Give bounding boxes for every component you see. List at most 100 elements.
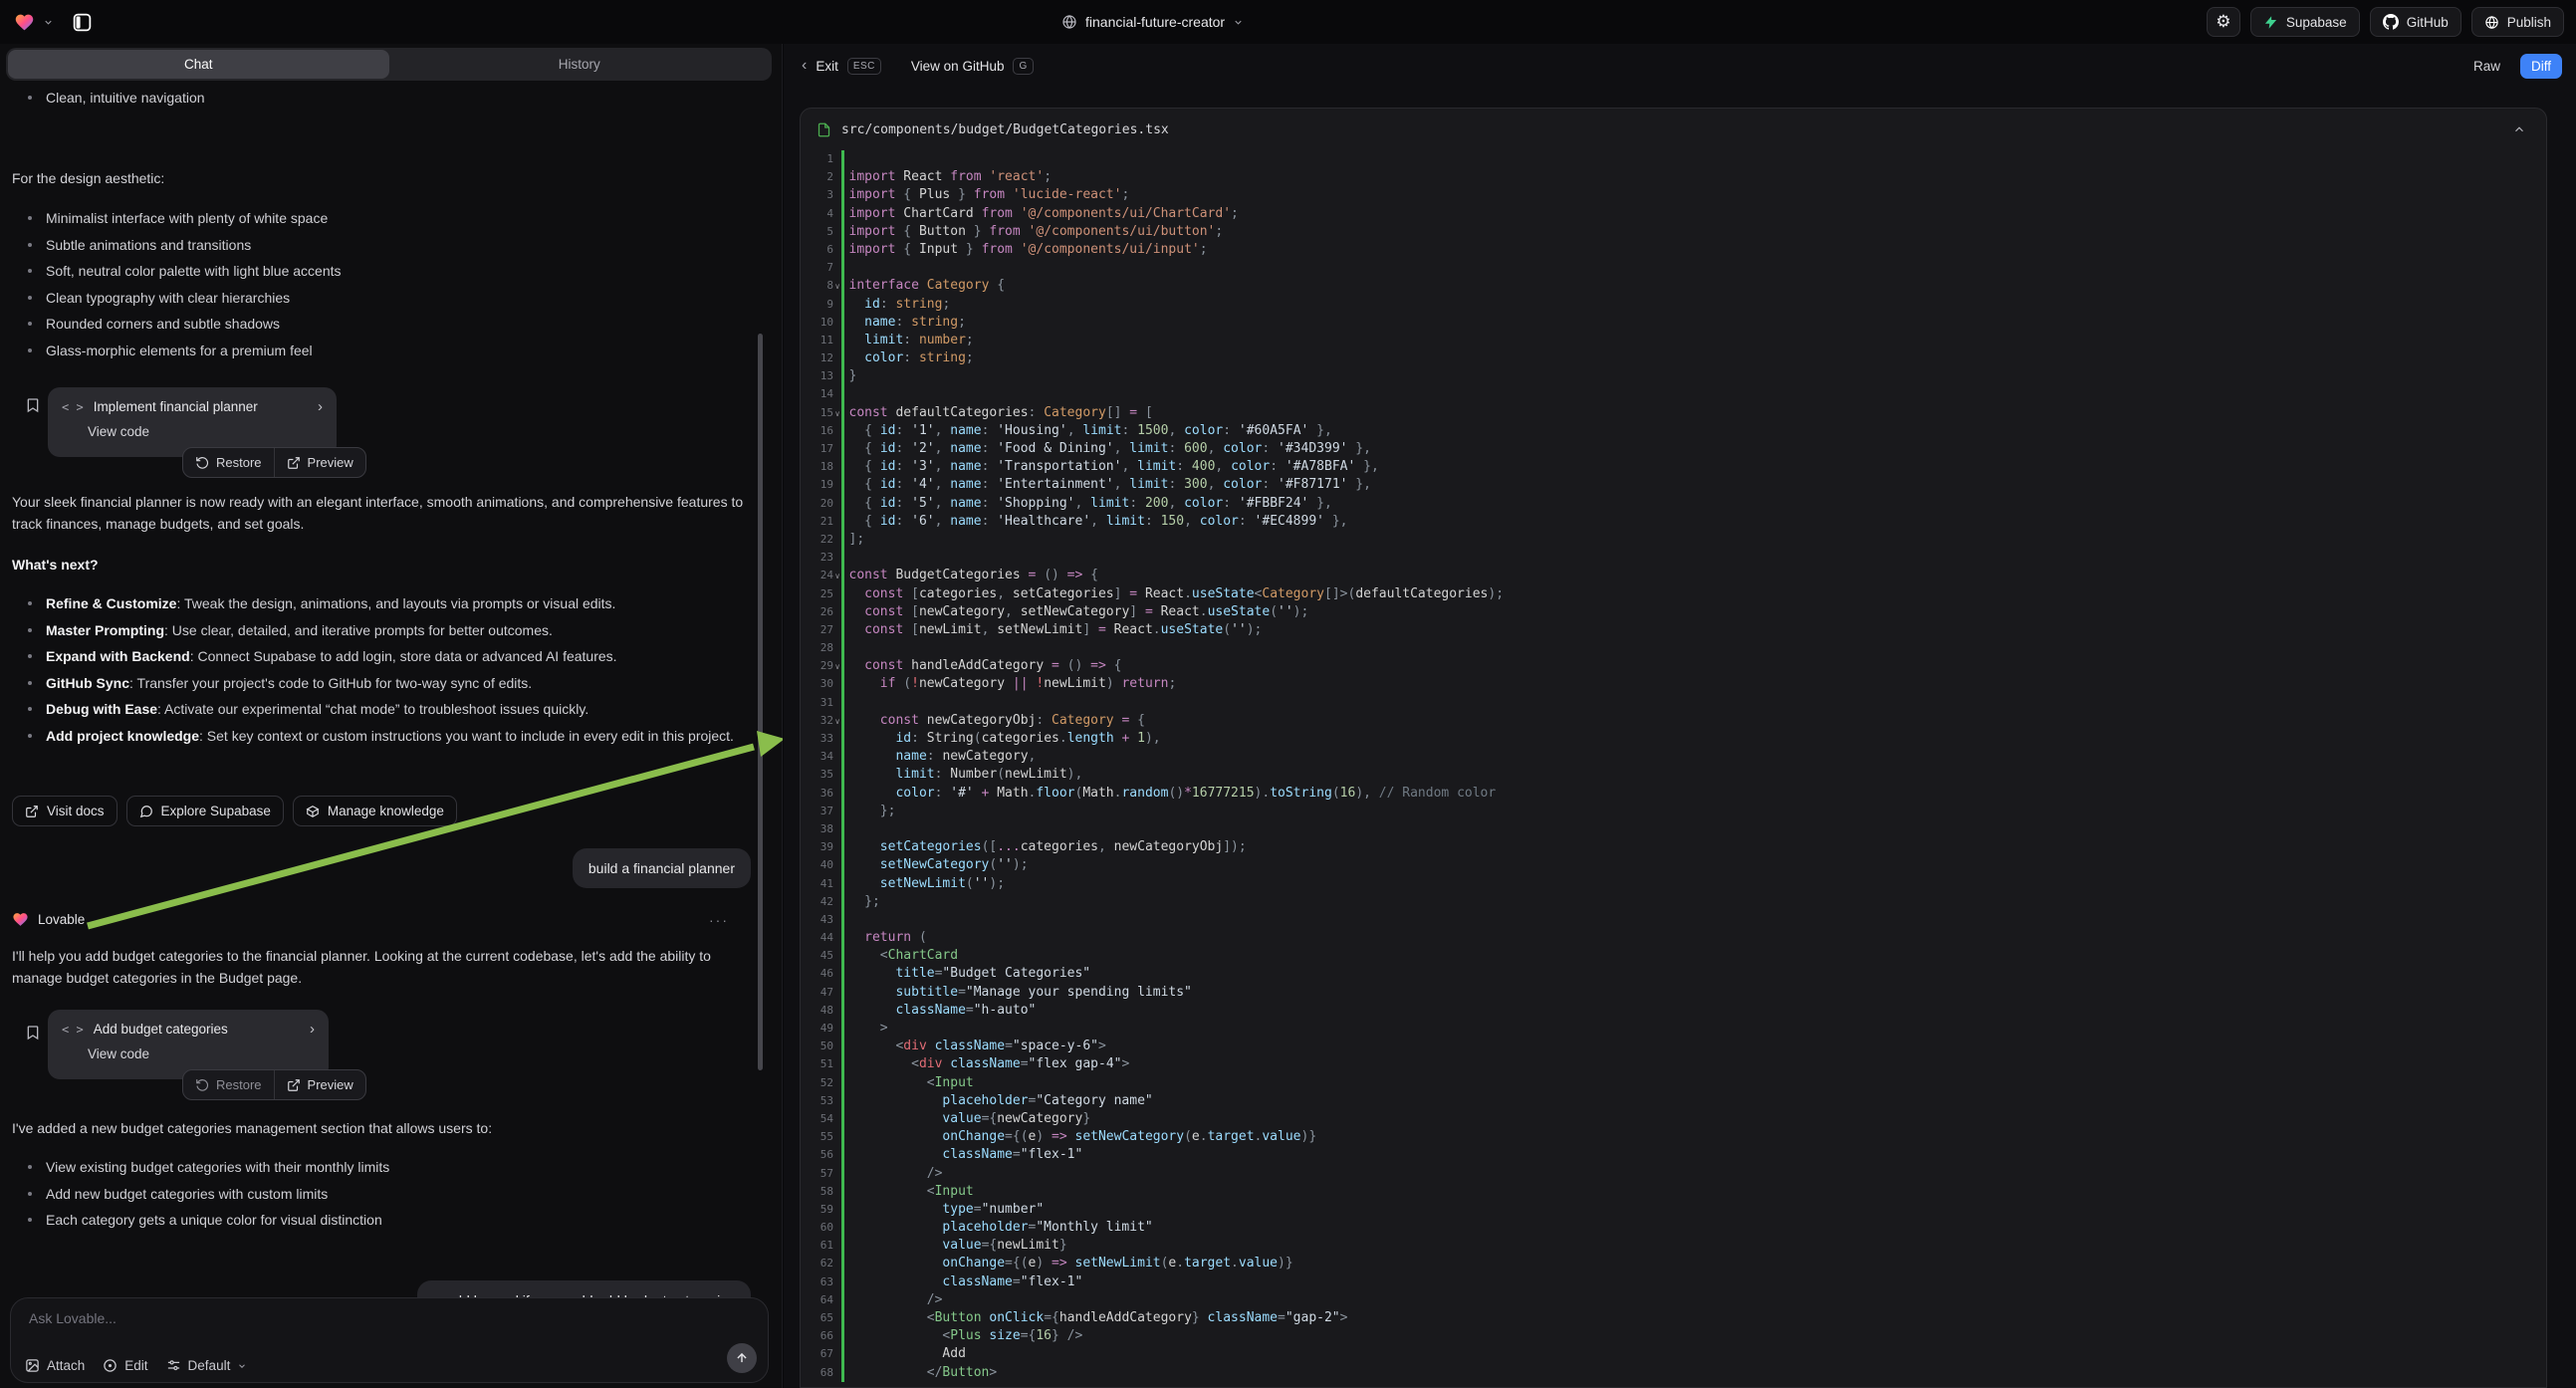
assistant-header: Lovable ··· [12,911,759,928]
raw-toggle[interactable]: Raw [2461,54,2512,79]
mode-selector[interactable]: Default [166,1358,248,1373]
bookmark-icon[interactable] [25,1025,41,1041]
fold-chevron-icon[interactable]: ∨ [833,657,841,675]
code-text: ]; [844,531,865,549]
fold-spacer [833,875,841,893]
restore-button[interactable]: Restore [183,1070,274,1099]
code-line: 61 value={newLimit} [801,1237,2546,1255]
lovable-logo-heart-icon[interactable] [14,12,35,33]
tab-history[interactable]: History [389,50,771,79]
code-line: 16 { id: '1', name: 'Housing', limit: 15… [801,422,2546,440]
fold-spacer [833,296,841,314]
explore-supabase-button[interactable]: Explore Supabase [126,796,284,826]
code-line: 44 return ( [801,929,2546,947]
fold-spacer [833,1345,841,1363]
line-number: 5 [801,223,833,241]
fold-chevron-icon[interactable]: ∨ [833,567,841,584]
exit-button[interactable]: ‹ Exit ESC [802,57,881,75]
visit-docs-button[interactable]: Visit docs [12,796,117,826]
code-line: 19 { id: '4', name: 'Entertainment', lim… [801,476,2546,494]
code-text [844,911,849,929]
file-path: src/components/budget/BudgetCategories.t… [841,122,1169,137]
view-code-link[interactable]: View code [88,1046,315,1061]
line-number: 16 [801,422,833,440]
settings-button[interactable]: ⚙ [2207,7,2240,37]
preview-button[interactable]: Preview [274,1070,365,1099]
github-button[interactable]: GitHub [2370,7,2461,37]
fold-spacer [833,549,841,567]
message-menu-icon[interactable]: ··· [709,912,729,928]
code-line: 48 className="h-auto" [801,1002,2546,1020]
code-line: 37 }; [801,803,2546,820]
code-text: import ChartCard from '@/components/ui/C… [844,205,1239,223]
line-number: 19 [801,476,833,494]
code-text: /> [844,1291,943,1309]
project-menu-chevron-down-icon[interactable] [43,17,54,28]
edit-button[interactable]: Edit [103,1358,147,1373]
supabase-label: Supabase [2286,15,2347,30]
fold-chevron-icon[interactable]: ∨ [833,404,841,422]
code-text: }; [844,803,896,820]
fold-spacer [833,1219,841,1237]
fold-spacer [833,458,841,476]
diff-toggle[interactable]: Diff [2520,54,2562,79]
added-bullet-list: View existing budget categories with the… [12,1155,759,1235]
fold-spacer [833,856,841,874]
code-line: 26 const [newCategory, setNewCategory] =… [801,603,2546,621]
fold-spacer [833,748,841,766]
code-line: 56 className="flex-1" [801,1146,2546,1164]
code-line: 35 limit: Number(newLimit), [801,766,2546,784]
bookmark-icon[interactable] [25,397,41,413]
chat-input[interactable] [29,1310,726,1340]
line-number: 9 [801,296,833,314]
fold-spacer [833,984,841,1002]
supabase-button[interactable]: Supabase [2250,7,2360,37]
attach-button[interactable]: Attach [25,1358,85,1373]
code-text: name: string; [844,314,966,332]
fold-spacer [833,367,841,385]
next-step-item: Master Prompting: Use clear, detailed, a… [12,618,764,642]
fold-chevron-icon[interactable]: ∨ [833,712,841,730]
send-button[interactable] [727,1343,757,1373]
fold-spacer [833,314,841,332]
fold-spacer [833,1165,841,1183]
file-header[interactable]: src/components/budget/BudgetCategories.t… [801,109,2546,150]
fold-spacer [833,1055,841,1073]
collapse-chevron-up-icon[interactable] [2512,122,2526,136]
code-line: 24∨const BudgetCategories = () => { [801,567,2546,584]
tab-chat[interactable]: Chat [8,50,389,79]
line-number: 48 [801,1002,833,1020]
fold-chevron-icon[interactable]: ∨ [833,277,841,295]
code-line: 62 onChange={(e) => setNewLimit(e.target… [801,1255,2546,1272]
manage-knowledge-button[interactable]: Manage knowledge [293,796,457,826]
fold-spacer [833,1364,841,1382]
chat-scrollbar[interactable] [758,334,763,1070]
publish-button[interactable]: Publish [2471,7,2564,37]
line-number: 45 [801,947,833,965]
g-shortcut-badge: G [1013,58,1033,75]
next-step-item: Add project knowledge: Set key context o… [12,724,764,748]
view-code-link[interactable]: View code [88,424,323,439]
code-line: 39 setCategories([...categories, newCate… [801,838,2546,856]
code-editor[interactable]: 12import React from 'react';3import { Pl… [801,150,2546,1382]
code-text: setNewCategory(''); [844,856,1029,874]
sidebar-toggle-icon[interactable] [72,12,93,33]
project-switcher[interactable]: financial-future-creator [1061,0,1244,44]
code-text: import { Input } from '@/components/ui/i… [844,241,1208,259]
next-step-item: GitHub Sync: Transfer your project's cod… [12,671,764,695]
line-number: 46 [801,965,833,983]
line-number: 59 [801,1201,833,1219]
line-number: 8 [801,277,833,295]
code-line: 14 [801,385,2546,403]
code-line: 1 [801,150,2546,168]
view-on-github-button[interactable]: View on GitHub G [911,58,1034,75]
line-number: 31 [801,694,833,712]
line-number: 27 [801,621,833,639]
project-title-chevron-down-icon [1233,17,1244,28]
line-number: 58 [801,1183,833,1201]
code-line: 18 { id: '3', name: 'Transportation', li… [801,458,2546,476]
restore-button[interactable]: Restore [183,448,274,477]
preview-button[interactable]: Preview [274,448,365,477]
code-line: 27 const [newLimit, setNewLimit] = React… [801,621,2546,639]
code-text: > [844,1020,888,1038]
